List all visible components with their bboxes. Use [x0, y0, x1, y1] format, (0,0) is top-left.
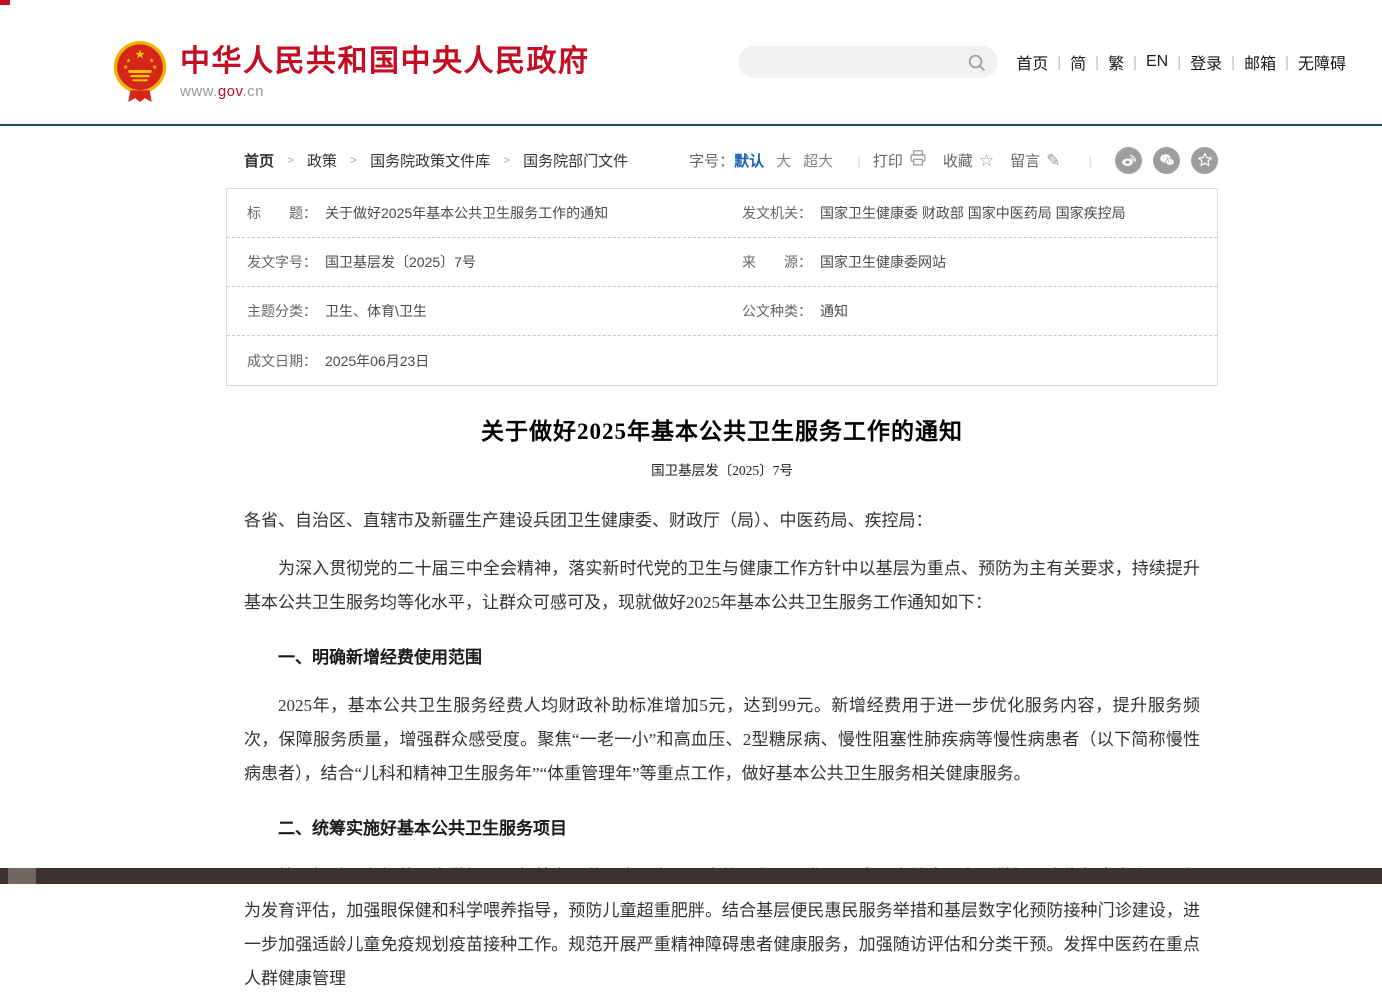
meta-source-label: 来 源：	[742, 252, 812, 272]
nav-divider: |	[1177, 54, 1181, 71]
nav-item-home[interactable]: 首页	[1016, 50, 1048, 74]
meta-row: 发文字号： 国卫基层发〔2025〕7号 来 源： 国家卫生健康委网站	[227, 238, 1217, 287]
meta-title-label: 标 题：	[247, 203, 317, 223]
meta-title-value: 关于做好2025年基本公共卫生服务工作的通知	[325, 203, 608, 223]
document-meta-table: 标 题： 关于做好2025年基本公共卫生服务工作的通知 发文机关： 国家卫生健康…	[226, 188, 1218, 386]
site-url: www.gov.cn	[180, 83, 590, 100]
more-share-star-icon[interactable]	[1191, 147, 1218, 174]
nav-divider: |	[1095, 54, 1099, 71]
site-header: ★ ★ ★ ★ ★ 中华人民共和国中央人民政府 www.gov.cn	[0, 0, 1382, 126]
printer-icon	[909, 149, 927, 171]
nav-divider: |	[1057, 54, 1061, 71]
section-heading-1: 一、明确新增经费使用范围	[244, 641, 1200, 675]
meta-title-cell: 标 题： 关于做好2025年基本公共卫生服务工作的通知	[227, 203, 722, 223]
meta-category-value: 卫生、体育\卫生	[325, 301, 427, 321]
toolbar-divider: |	[857, 152, 861, 168]
meta-source-cell: 来 源： 国家卫生健康委网站	[722, 252, 1217, 272]
site-logo-link[interactable]: ★ ★ ★ ★ ★ 中华人民共和国中央人民政府 www.gov.cn	[112, 40, 590, 104]
comment-button[interactable]: 留言 ✎	[1010, 150, 1060, 171]
font-size-xlarge-button[interactable]: 超大	[803, 150, 833, 171]
font-size-label: 字号：	[689, 150, 734, 171]
site-title: 中华人民共和国中央人民政府	[180, 45, 590, 78]
svg-text:★: ★	[149, 57, 154, 64]
nav-divider: |	[1133, 54, 1137, 71]
favorite-button[interactable]: 收藏 ☆	[943, 150, 994, 171]
nav-item-traditional[interactable]: 繁	[1108, 50, 1124, 74]
meta-category-label: 主题分类：	[247, 301, 317, 321]
svg-text:★: ★	[126, 57, 131, 64]
comment-label: 留言	[1010, 150, 1040, 171]
section-heading-2: 二、统筹实施好基本公共卫生服务项目	[244, 812, 1200, 846]
toolbar-divider: |	[1088, 152, 1092, 168]
meta-agency-value: 国家卫生健康委 财政部 国家中医药局 国家疾控局	[820, 203, 1126, 223]
site-url-gov: gov	[218, 83, 243, 100]
breadcrumb: 首页 > 政策 > 国务院政策文件库 > 国务院部门文件	[244, 150, 628, 171]
meta-doc-number-value: 国卫基层发〔2025〕7号	[325, 252, 476, 272]
nav-item-simplified[interactable]: 简	[1070, 50, 1086, 74]
weibo-share-icon[interactable]	[1115, 147, 1142, 174]
nav-divider: |	[1231, 54, 1235, 71]
footer-chip	[8, 868, 36, 884]
corner-decoration	[0, 0, 10, 5]
breadcrumb-separator: >	[350, 153, 357, 167]
font-size-default-button[interactable]: 默认	[734, 150, 764, 171]
nav-divider: |	[1285, 54, 1289, 71]
nav-item-mail[interactable]: 邮箱	[1244, 50, 1276, 74]
search-icon[interactable]	[967, 53, 986, 72]
body-paragraph-section1: 2025年，基本公共卫生服务经费人均财政补助标准增加5元，达到99元。新增经费用…	[244, 689, 1200, 791]
top-nav: 首页 | 简 | 繁 | EN | 登录 | 邮箱 | 无障碍	[1016, 50, 1346, 74]
body-paragraph-intro: 为深入贯彻党的二十届三中全会精神，落实新时代党的卫生与健康工作方针中以基层为重点…	[244, 552, 1200, 620]
breadcrumb-separator: >	[503, 153, 510, 167]
page-tools: 字号： 默认 大 超大 | 打印 收藏 ☆ 留言 ✎ |	[689, 147, 1218, 174]
nav-item-english[interactable]: EN	[1146, 53, 1168, 71]
meta-agency-label: 发文机关：	[742, 203, 812, 223]
meta-doc-type-value: 通知	[820, 301, 848, 321]
star-icon: ☆	[979, 152, 994, 169]
breadcrumb-policy[interactable]: 政策	[307, 150, 337, 171]
meta-doc-type-label: 公文种类：	[742, 301, 812, 321]
breadcrumb-separator: >	[287, 153, 294, 167]
meta-doc-type-cell: 公文种类： 通知	[722, 301, 1217, 321]
breadcrumb-home[interactable]: 首页	[244, 150, 274, 171]
meta-row: 成文日期： 2025年06月23日	[227, 336, 1217, 385]
wechat-share-icon[interactable]	[1153, 147, 1180, 174]
meta-category-cell: 主题分类： 卫生、体育\卫生	[227, 301, 722, 321]
document-title: 关于做好2025年基本公共卫生服务工作的通知	[244, 412, 1200, 446]
print-button[interactable]: 打印	[873, 149, 927, 171]
favorite-label: 收藏	[943, 150, 973, 171]
font-size-large-button[interactable]: 大	[776, 150, 791, 171]
national-emblem-icon: ★ ★ ★ ★ ★	[112, 40, 168, 104]
document-number: 国卫基层发〔2025〕7号	[244, 459, 1200, 479]
print-label: 打印	[873, 150, 903, 171]
search-input[interactable]	[750, 46, 967, 78]
nav-item-accessibility[interactable]: 无障碍	[1298, 50, 1346, 74]
meta-source-value: 国家卫生健康委网站	[820, 252, 946, 272]
pencil-icon: ✎	[1046, 152, 1060, 169]
site-url-www: www.	[180, 83, 218, 100]
meta-row: 标 题： 关于做好2025年基本公共卫生服务工作的通知 发文机关： 国家卫生健康…	[227, 189, 1217, 238]
svg-text:★: ★	[123, 64, 128, 71]
svg-text:★: ★	[152, 64, 157, 71]
document-body: 关于做好2025年基本公共卫生服务工作的通知 国卫基层发〔2025〕7号 各省、…	[244, 412, 1200, 996]
nav-item-login[interactable]: 登录	[1190, 50, 1222, 74]
meta-doc-number-label: 发文字号：	[247, 252, 317, 272]
svg-text:★: ★	[134, 47, 145, 61]
meta-date-cell: 成文日期： 2025年06月23日	[227, 351, 722, 371]
meta-date-value: 2025年06月23日	[325, 351, 429, 371]
meta-agency-cell: 发文机关： 国家卫生健康委 财政部 国家中医药局 国家疾控局	[722, 203, 1217, 223]
meta-row: 主题分类： 卫生、体育\卫生 公文种类： 通知	[227, 287, 1217, 336]
breadcrumb-department-documents[interactable]: 国务院部门文件	[523, 150, 628, 171]
meta-date-label: 成文日期：	[247, 351, 317, 371]
search-box[interactable]	[738, 46, 998, 78]
breadcrumb-policy-library[interactable]: 国务院政策文件库	[370, 150, 490, 171]
footer-bar	[0, 868, 1382, 884]
salutation-paragraph: 各省、自治区、直辖市及新疆生产建设兵团卫生健康委、财政厅（局）、中医药局、疾控局…	[244, 504, 1200, 538]
meta-doc-number-cell: 发文字号： 国卫基层发〔2025〕7号	[227, 252, 722, 272]
site-url-cn: .cn	[242, 83, 264, 100]
